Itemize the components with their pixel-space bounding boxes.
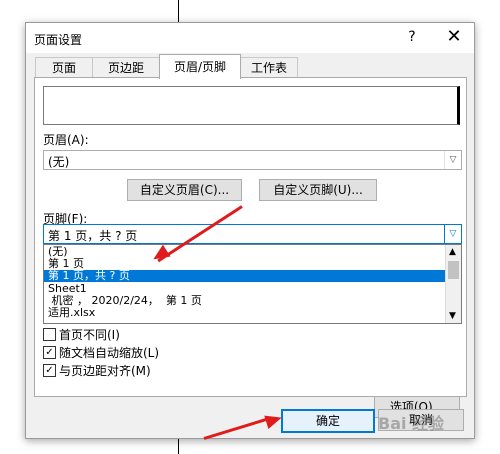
align-with-margins-label: 与页边距对齐(M) (59, 364, 151, 378)
custom-header-button[interactable]: 自定义页眉(C)... (127, 179, 242, 201)
scale-with-document-checkbox[interactable]: ✓ (43, 346, 56, 359)
footer-combo-value: 第 1 页，共 ? 页 (48, 229, 138, 243)
chevron-down-icon: ▽ (444, 151, 461, 169)
tab-margins[interactable]: 页边距 (92, 57, 160, 78)
scroll-thumb[interactable] (448, 261, 459, 279)
dialog-title: 页面设置 (34, 33, 83, 47)
close-button[interactable]: ✕ (444, 26, 464, 47)
list-item-selected[interactable]: 第 1 页，共 ? 页 (44, 270, 445, 282)
align-with-margins-checkbox[interactable]: ✓ (43, 364, 56, 377)
tab-sheet[interactable]: 工作表 (240, 57, 298, 78)
list-item[interactable]: 适用.xlsx (48, 307, 95, 319)
header-preview (43, 86, 460, 125)
title-bar: 页面设置 ? ✕ (26, 23, 474, 53)
footer-combo[interactable]: 第 1 页，共 ? 页 ▽ (43, 224, 462, 244)
chevron-down-icon: ▽ (444, 225, 461, 243)
header-combo[interactable]: (无) ▽ (43, 150, 462, 170)
header-footer-panel: 页眉(A): (无) ▽ 自定义页眉(C)... 自定义页脚(U)... 页脚(… (34, 77, 467, 418)
footer-options-list[interactable]: (无) 第 1 页 第 1 页，共 ? 页 Sheet1 机密 ， 2020/2… (43, 244, 462, 324)
header-combo-value: (无) (48, 155, 70, 169)
tab-page[interactable]: 页面 (35, 57, 93, 78)
tab-header-footer[interactable]: 页眉/页脚 (159, 54, 241, 79)
baidu-watermark: Bai 经验 (378, 414, 445, 433)
custom-footer-button[interactable]: 自定义页脚(U)... (259, 179, 377, 201)
page-setup-dialog: 页面设置 ? ✕ 页面 页边距 页眉/页脚 工作表 页眉(A): (无) ▽ 自… (25, 22, 475, 439)
scroll-down-icon[interactable]: ▼ (449, 311, 456, 321)
background-line-bottom (178, 437, 179, 454)
header-label: 页眉(A): (43, 133, 89, 147)
background-line-top (178, 0, 179, 22)
ok-button[interactable]: 确定 (281, 409, 375, 433)
different-first-page-label: 首页不同(I) (59, 328, 120, 342)
different-first-page-checkbox[interactable] (43, 328, 56, 341)
list-scrollbar[interactable]: ▲ ▼ (445, 245, 461, 323)
help-button[interactable]: ? (403, 29, 421, 45)
scroll-up-icon[interactable]: ▲ (449, 247, 456, 257)
scale-with-document-label: 随文档自动缩放(L) (59, 346, 160, 360)
